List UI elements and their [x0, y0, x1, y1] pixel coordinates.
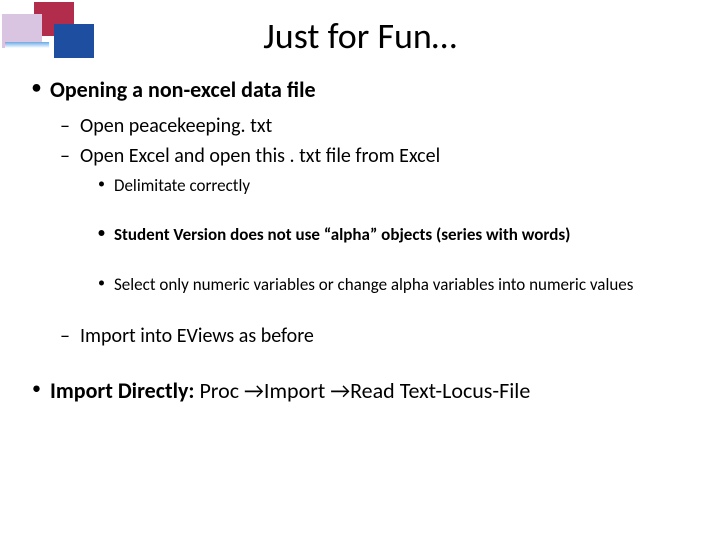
bullet-text: Proc →Import →Read Text-Locus-File	[199, 377, 530, 404]
bullet-level1: Opening a non-excel data file	[28, 76, 700, 103]
slide-content: Opening a non-excel data file Open peace…	[0, 76, 720, 404]
bullet-level1: Import Directly: Proc →Import →Read Text…	[28, 377, 700, 404]
bullet-level3: Delimitate correctly	[96, 175, 700, 196]
decoration-square	[54, 24, 94, 58]
slide-title: Just for Fun…	[0, 0, 720, 58]
slide-decoration	[2, 2, 97, 62]
decoration-gradient	[5, 42, 49, 48]
bullet-level2: Import into EViews as before	[58, 323, 700, 349]
bullet-level3: Select only numeric variables or change …	[96, 274, 700, 295]
bullet-level3: Student Version does not use “alpha” obj…	[96, 224, 700, 245]
bullet-label: Import Directly:	[50, 377, 199, 404]
bullet-level2: Open peacekeeping. txt	[58, 113, 700, 139]
bullet-level2: Open Excel and open this . txt file from…	[58, 143, 700, 169]
